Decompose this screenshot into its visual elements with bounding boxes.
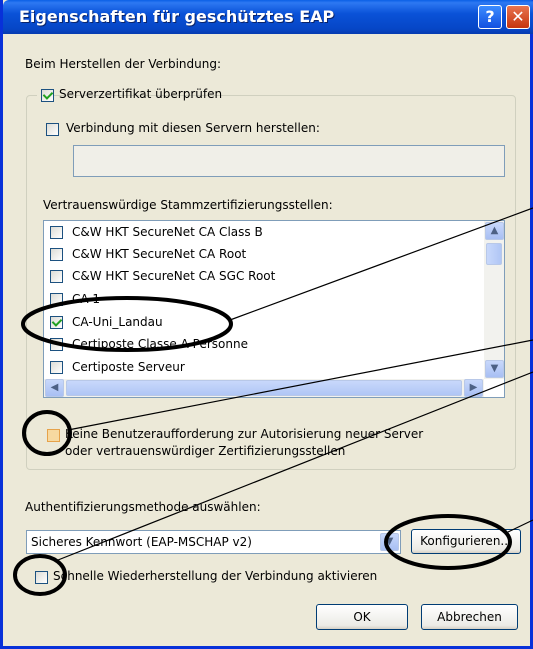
list-item[interactable]: C&W HKT SecureNet CA Class B xyxy=(44,222,504,244)
fast-reconnect-checkbox[interactable] xyxy=(35,571,48,584)
hscroll-thumb[interactable] xyxy=(66,380,462,396)
vertical-scrollbar[interactable]: ▲ ▼ xyxy=(484,221,504,379)
auth-method-select[interactable]: Sicheres Kennwort (EAP-MSCHAP v2) ▼ xyxy=(26,530,401,554)
list-item[interactable]: CA-Uni_Landau xyxy=(44,312,504,334)
scroll-right-icon[interactable]: ▶ xyxy=(464,379,483,397)
list-item-label: Certiposte Serveur xyxy=(72,360,185,374)
list-item-label: C&W HKT SecureNet CA SGC Root xyxy=(72,269,276,283)
list-item[interactable]: C&W HKT SecureNet CA SGC Root xyxy=(44,266,504,288)
list-item-label: CA-Uni_Landau xyxy=(72,315,163,329)
connect-servers-label[interactable]: Verbindung mit diesen Servern herstellen… xyxy=(66,121,320,135)
no-prompt-checkbox[interactable] xyxy=(47,429,60,442)
no-prompt-label-line2[interactable]: oder vertrauenswürdiger Zertifizierungss… xyxy=(65,444,345,458)
connect-servers-checkbox[interactable] xyxy=(46,123,59,136)
cancel-button[interactable]: Abbrechen xyxy=(421,604,518,630)
scroll-thumb[interactable] xyxy=(486,243,502,265)
list-item-label: C&W HKT SecureNet CA Class B xyxy=(72,225,263,239)
dropdown-chevron-icon[interactable]: ▼ xyxy=(380,533,399,551)
list-item-checkbox[interactable] xyxy=(50,361,63,374)
no-prompt-label-line1[interactable]: Keine Benutzeraufforderung zur Autorisie… xyxy=(65,427,423,441)
list-item-checkbox[interactable] xyxy=(50,226,63,239)
window-title: Eigenschaften für geschütztes EAP xyxy=(19,7,335,26)
dialog-window: Eigenschaften für geschütztes EAP ? ✕ Be… xyxy=(0,0,533,649)
close-button[interactable]: ✕ xyxy=(506,5,530,29)
list-item-checkbox[interactable] xyxy=(50,248,63,261)
title-bar[interactable]: Eigenschaften für geschütztes EAP ? ✕ xyxy=(3,0,533,34)
verify-cert-checkbox[interactable] xyxy=(41,89,54,102)
list-item[interactable]: Certiposte Serveur xyxy=(44,357,504,379)
configure-button[interactable]: Konfigurieren... xyxy=(411,529,521,554)
list-item-checkbox[interactable] xyxy=(50,338,63,351)
trusted-roots-list[interactable]: C&W HKT SecureNet CA Class B C&W HKT Sec… xyxy=(43,220,505,398)
horizontal-scrollbar[interactable]: ◀ ▶ xyxy=(44,379,484,397)
fast-reconnect-label[interactable]: Schnelle Wiederherstellung der Verbindun… xyxy=(53,569,377,583)
list-item[interactable]: CA 1 xyxy=(44,289,504,311)
help-button[interactable]: ? xyxy=(478,5,502,29)
servers-input[interactable] xyxy=(73,145,505,177)
list-item-label: Certiposte Classe A Personne xyxy=(72,337,248,351)
auth-heading: Authentifizierungsmethode auswählen: xyxy=(25,500,261,514)
list-item[interactable]: Certiposte Classe A Personne xyxy=(44,334,504,356)
connection-heading: Beim Herstellen der Verbindung: xyxy=(25,57,221,71)
list-item-checkbox[interactable] xyxy=(50,270,63,283)
ok-button[interactable]: OK xyxy=(316,604,408,630)
list-item-checkbox[interactable] xyxy=(50,293,63,306)
scroll-left-icon[interactable]: ◀ xyxy=(45,379,64,397)
scroll-up-icon[interactable]: ▲ xyxy=(485,222,504,240)
trusted-roots-heading: Vertrauenswürdige Stammzertifizierungsst… xyxy=(43,198,333,212)
list-item[interactable]: C&W HKT SecureNet CA Root xyxy=(44,244,504,266)
verify-cert-row[interactable]: Serverzertifikat überprüfen xyxy=(37,86,222,104)
verify-cert-label[interactable]: Serverzertifikat überprüfen xyxy=(59,87,222,101)
list-item-label: C&W HKT SecureNet CA Root xyxy=(72,247,247,261)
list-item-label: CA 1 xyxy=(72,292,101,306)
scroll-down-icon[interactable]: ▼ xyxy=(485,360,504,378)
list-item-checkbox[interactable] xyxy=(50,316,63,329)
auth-method-value: Sicheres Kennwort (EAP-MSCHAP v2) xyxy=(31,535,252,549)
